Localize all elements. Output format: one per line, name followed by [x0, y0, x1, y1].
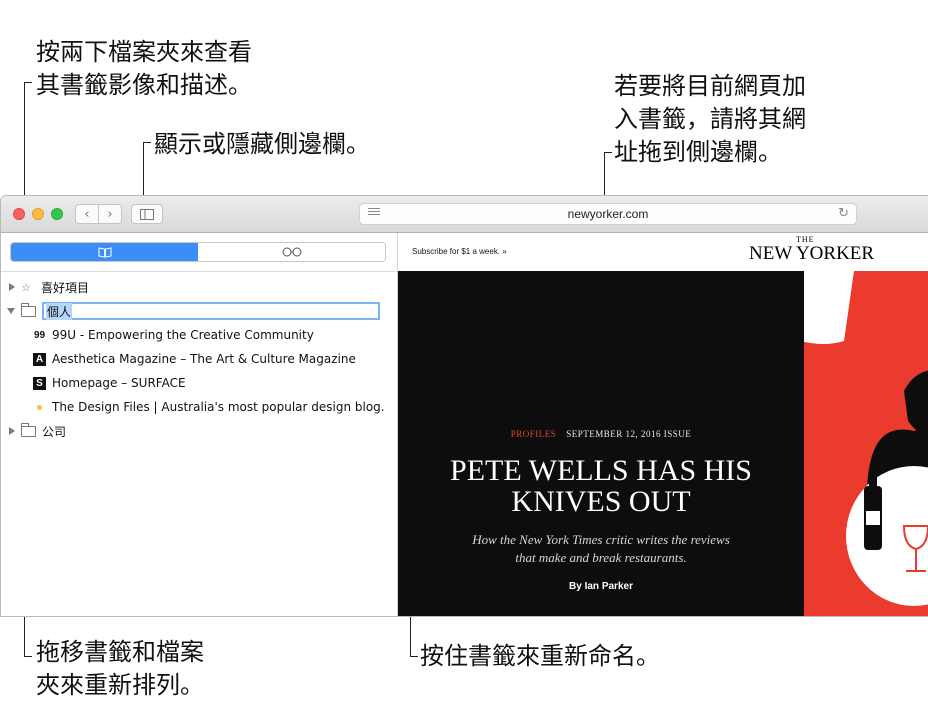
- bookmark-label: 99U - Empowering the Creative Community: [52, 328, 314, 342]
- reload-icon[interactable]: ↻: [838, 206, 849, 221]
- disclosure-right-icon[interactable]: [9, 283, 15, 291]
- hero-illustration: [804, 271, 928, 616]
- sidebar-toggle-button[interactable]: [131, 204, 163, 224]
- article-kicker: PROFILES SEPTEMBER 12, 2016 ISSUE: [398, 429, 804, 439]
- disclosure-down-icon[interactable]: [7, 308, 15, 314]
- tab-bookmarks[interactable]: [11, 243, 198, 261]
- address-bar[interactable]: newyorker.com ↻: [359, 203, 857, 225]
- zoom-window-button[interactable]: [51, 208, 63, 220]
- callout-rearrange: 拖移書籤和檔案 夾來重新排列。: [36, 638, 204, 699]
- sidebar-divider: [1, 271, 397, 272]
- bookmark-item[interactable]: The Design Files | Australia's most popu…: [33, 396, 385, 418]
- kicker-issue: SEPTEMBER 12, 2016 ISSUE: [566, 429, 692, 439]
- article-byline: By Ian Parker: [569, 581, 633, 592]
- leader-line-rearrange-tick: [24, 656, 32, 657]
- chevron-right-icon: ›: [107, 206, 113, 222]
- leader-line-sidebar-tick: [143, 142, 151, 143]
- bookmark-favicon: S: [33, 376, 46, 390]
- sidebar-icon: [140, 208, 154, 220]
- bookmark-favicon: A: [33, 352, 46, 366]
- bookmark-favicon: 99: [33, 329, 46, 341]
- toolbar: ‹ › newyorker.com ↻: [1, 196, 928, 233]
- leader-line-rename-tick: [410, 656, 418, 657]
- web-content: Subscribe for $1 a week. » THE NEW YORKE…: [398, 233, 928, 616]
- favorites-folder[interactable]: ☆ 喜好項目: [9, 276, 89, 298]
- folder-name-selected: 個人: [46, 302, 73, 320]
- company-folder-label: 公司: [42, 424, 67, 439]
- favorites-label: 喜好項目: [41, 280, 90, 295]
- bookmark-label: Aesthetica Magazine – The Art & Culture …: [52, 352, 356, 366]
- hero-article[interactable]: PROFILES SEPTEMBER 12, 2016 ISSUE PETE WE…: [398, 271, 804, 616]
- bookmark-item[interactable]: 99 99U - Empowering the Creative Communi…: [33, 324, 314, 346]
- folder-icon: [21, 302, 36, 317]
- article-dek: How the New York Times critic writes the…: [472, 532, 730, 565]
- bookmark-label: The Design Files | Australia's most popu…: [52, 400, 385, 414]
- chevron-left-icon: ‹: [84, 206, 90, 222]
- close-window-button[interactable]: [13, 208, 25, 220]
- illustration-graphic: [804, 271, 928, 606]
- tab-reading-list[interactable]: [198, 243, 385, 261]
- folder-icon: [21, 422, 36, 437]
- sidebar-tabs: [10, 242, 386, 262]
- bookmark-label: Homepage – SURFACE: [52, 376, 186, 390]
- minimize-window-button[interactable]: [32, 208, 44, 220]
- kicker-section[interactable]: PROFILES: [511, 429, 557, 439]
- bookmarks-sidebar: ☆ 喜好項目 個人 99 99U - Empowering the Creati…: [1, 233, 398, 616]
- site-header: Subscribe for $1 a week. » THE NEW YORKE…: [398, 233, 928, 271]
- disclosure-right-icon[interactable]: [9, 427, 15, 435]
- callout-bookmark-folders: 按兩下檔案夾來查看 其書籤影像和描述。: [36, 38, 252, 99]
- book-icon: [98, 246, 111, 258]
- favorites-star-icon: ☆: [21, 280, 31, 294]
- bookmark-favicon: [33, 401, 46, 414]
- url-text: newyorker.com: [567, 207, 649, 221]
- callout-rename: 按住書籤來重新命名。: [420, 642, 660, 670]
- bookmark-item[interactable]: S Homepage – SURFACE: [33, 372, 186, 394]
- site-logo[interactable]: NEW YORKER: [749, 243, 874, 265]
- company-folder[interactable]: 公司: [9, 420, 66, 442]
- callout-add-bookmark: 若要將目前網頁加 入書籤，請將其網 址拖到側邊欄。: [614, 72, 806, 166]
- subscribe-link[interactable]: Subscribe for $1 a week. »: [412, 247, 507, 256]
- bookmark-item[interactable]: A Aesthetica Magazine – The Art & Cultur…: [33, 348, 356, 370]
- reading-list-icon: [282, 247, 301, 257]
- back-button[interactable]: ‹: [75, 204, 99, 224]
- forward-button[interactable]: ›: [98, 204, 122, 224]
- callout-sidebar-toggle: 顯示或隱藏側邊欄。: [154, 130, 370, 158]
- folder-rename-field[interactable]: 個人: [42, 302, 380, 320]
- safari-window: ‹ › newyorker.com ↻ ☆ 喜好項目 個人 99 99U - E…: [0, 195, 928, 617]
- personal-folder[interactable]: 個人: [7, 300, 380, 322]
- leader-line-address-tick: [604, 152, 612, 153]
- leader-line-folders-tick: [24, 82, 32, 83]
- article-headline[interactable]: PETE WELLS HAS HIS KNIVES OUT: [398, 455, 804, 517]
